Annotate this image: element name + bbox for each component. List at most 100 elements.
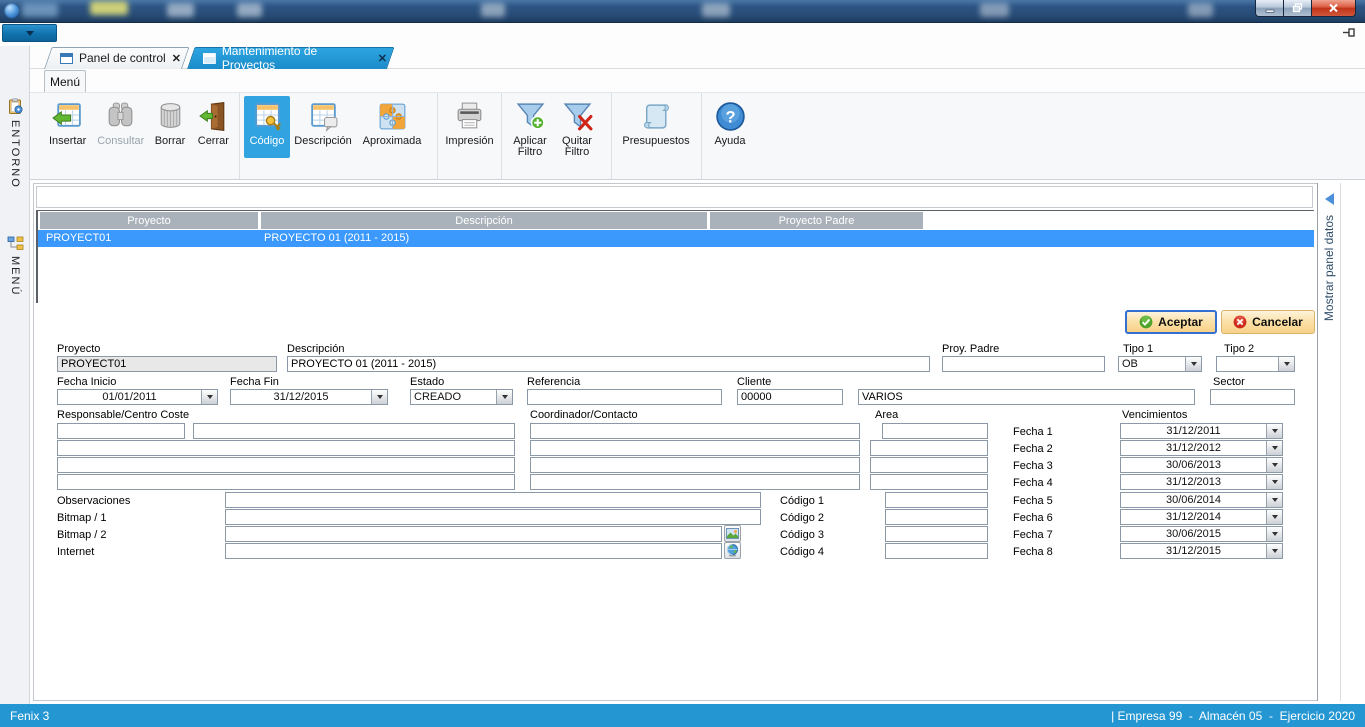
dock-pin-horizontal-icon[interactable] bbox=[1343, 28, 1356, 37]
fecha-6-select[interactable]: 31/12/2014 bbox=[1120, 509, 1283, 525]
coordinador-field-2[interactable] bbox=[530, 440, 860, 456]
grid-row-selected[interactable]: PROYECT01 PROYECTO 01 (2011 - 2015) bbox=[38, 230, 1314, 247]
fecha-2-dropdown-button[interactable] bbox=[1266, 441, 1282, 455]
responsable-field-3[interactable] bbox=[57, 440, 515, 456]
sidebar-item-entorno[interactable]: ENTORNO bbox=[0, 98, 30, 189]
borrar-button[interactable]: Borrar bbox=[148, 96, 191, 158]
bitmap1-field[interactable] bbox=[225, 509, 761, 525]
fecha-2-select[interactable]: 31/12/2012 bbox=[1120, 440, 1283, 456]
tab-panel-de-control[interactable]: Panel de control ✕ bbox=[44, 47, 182, 69]
descripcion-button[interactable]: Descripción bbox=[290, 96, 356, 158]
estado-dropdown-button[interactable] bbox=[496, 390, 512, 404]
proyecto-label: Proyecto bbox=[57, 343, 100, 355]
column-header-proyecto-padre[interactable]: Proyecto Padre bbox=[710, 212, 923, 229]
referencia-field[interactable] bbox=[527, 389, 722, 405]
observaciones-field[interactable] bbox=[225, 492, 761, 508]
projects-grid: Proyecto Descripción Proyecto Padre PROY… bbox=[36, 210, 1314, 303]
fecha-1-select[interactable]: 31/12/2011 bbox=[1120, 423, 1283, 439]
fecha-3-dropdown-button[interactable] bbox=[1266, 458, 1282, 472]
coordinador-field-1[interactable] bbox=[530, 423, 860, 439]
area-field-1[interactable] bbox=[882, 423, 988, 439]
app-menu-button[interactable] bbox=[2, 24, 57, 42]
minimize-button[interactable] bbox=[1255, 0, 1284, 17]
fecha-7-label: Fecha 7 bbox=[1013, 529, 1053, 541]
aplicar-filtro-button[interactable]: Aplicar Filtro bbox=[506, 96, 554, 158]
tab-close-icon[interactable]: ✕ bbox=[172, 52, 181, 65]
coordinador-field-3[interactable] bbox=[530, 457, 860, 473]
tab-menu[interactable]: Menú bbox=[44, 70, 86, 92]
sector-field[interactable] bbox=[1210, 389, 1295, 405]
tab-mantenimiento-de-proyectos[interactable]: Mantenimiento de Proyectos ✕ bbox=[187, 47, 387, 69]
fecha-7-select[interactable]: 30/06/2015 bbox=[1120, 526, 1283, 542]
cliente-code-field[interactable] bbox=[737, 389, 843, 405]
codigo1-field[interactable] bbox=[885, 492, 988, 508]
sidebar-label-entorno: ENTORNO bbox=[9, 120, 21, 189]
internet-field[interactable] bbox=[225, 543, 722, 559]
fecha-8-dropdown-button[interactable] bbox=[1266, 544, 1282, 558]
ayuda-button[interactable]: ? Ayuda bbox=[706, 96, 754, 158]
proy-padre-field[interactable] bbox=[942, 356, 1105, 372]
codigo2-field[interactable] bbox=[885, 509, 988, 525]
tab-close-icon[interactable]: ✕ bbox=[378, 52, 387, 65]
cancelar-button[interactable]: Cancelar bbox=[1221, 310, 1315, 334]
show-data-panel-strip[interactable]: Mostrar panel datos bbox=[1319, 183, 1341, 701]
impresion-label: Impresión bbox=[445, 136, 493, 147]
fecha-1-dropdown-button[interactable] bbox=[1266, 424, 1282, 438]
presupuestos-button[interactable]: Presupuestos bbox=[616, 96, 696, 158]
fecha-fin-select[interactable]: 31/12/2015 bbox=[230, 389, 388, 405]
column-header-proyecto[interactable]: Proyecto bbox=[40, 212, 258, 229]
impresion-button[interactable]: Impresión bbox=[442, 96, 497, 158]
fecha-4-select[interactable]: 31/12/2013 bbox=[1120, 474, 1283, 490]
bitmap2-field[interactable] bbox=[225, 526, 722, 542]
aproximada-button[interactable]: Aproximada bbox=[356, 96, 428, 158]
insertar-button[interactable]: Insertar bbox=[42, 96, 93, 158]
restore-button[interactable] bbox=[1284, 0, 1312, 17]
fecha-inicio-select[interactable]: 01/01/2011 bbox=[57, 389, 218, 405]
codigo-button[interactable]: Código bbox=[244, 96, 290, 158]
fecha-fin-dropdown-button[interactable] bbox=[371, 390, 387, 404]
responsable-field-5[interactable] bbox=[57, 474, 515, 490]
fecha-inicio-dropdown-button[interactable] bbox=[201, 390, 217, 404]
tipo1-dropdown-button[interactable] bbox=[1185, 357, 1201, 371]
cerrar-button[interactable]: Cerrar bbox=[192, 96, 235, 158]
close-button[interactable] bbox=[1312, 0, 1356, 17]
responsable-field-2[interactable] bbox=[193, 423, 515, 439]
sector-label: Sector bbox=[1213, 376, 1245, 388]
document-tab-bar: Panel de control ✕ Mantenimiento de Proy… bbox=[30, 46, 1365, 69]
internet-open-button[interactable] bbox=[724, 542, 741, 559]
codigo3-field[interactable] bbox=[885, 526, 988, 542]
responsable-field-4[interactable] bbox=[57, 457, 515, 473]
fecha-5-select[interactable]: 30/06/2014 bbox=[1120, 492, 1283, 508]
fecha-4-value: 31/12/2013 bbox=[1121, 475, 1266, 489]
proyecto-field[interactable] bbox=[57, 356, 277, 372]
fecha-4-label: Fecha 4 bbox=[1013, 477, 1053, 489]
tipo2-dropdown-button[interactable] bbox=[1278, 357, 1294, 371]
coordinador-field-4[interactable] bbox=[530, 474, 860, 490]
fecha-8-select[interactable]: 31/12/2015 bbox=[1120, 543, 1283, 559]
tipo1-label: Tipo 1 bbox=[1123, 343, 1153, 355]
fecha-7-dropdown-button[interactable] bbox=[1266, 527, 1282, 541]
sidebar-item-menu[interactable]: MENÚ bbox=[0, 236, 30, 296]
area-field-2[interactable] bbox=[870, 440, 988, 456]
cliente-name-field[interactable] bbox=[858, 389, 1195, 405]
area-field-4[interactable] bbox=[870, 474, 988, 490]
collapse-left-icon bbox=[1325, 193, 1334, 205]
descripcion-field[interactable] bbox=[287, 356, 930, 372]
quitar-filtro-button[interactable]: Quitar Filtro bbox=[554, 96, 600, 158]
fecha-3-select[interactable]: 30/06/2013 bbox=[1120, 457, 1283, 473]
bitmap2-browse-button[interactable] bbox=[724, 525, 741, 542]
estado-select[interactable]: CREADO bbox=[410, 389, 513, 405]
consultar-button: Consultar bbox=[93, 96, 148, 158]
column-header-label: Proyecto bbox=[127, 215, 170, 227]
fecha-6-dropdown-button[interactable] bbox=[1266, 510, 1282, 524]
column-header-descripcion[interactable]: Descripción bbox=[261, 212, 707, 229]
responsable-field-1[interactable] bbox=[57, 423, 185, 439]
aceptar-label: Aceptar bbox=[1158, 315, 1203, 329]
tipo1-select[interactable]: OB bbox=[1118, 356, 1202, 372]
fecha-5-dropdown-button[interactable] bbox=[1266, 493, 1282, 507]
codigo4-field[interactable] bbox=[885, 543, 988, 559]
area-field-3[interactable] bbox=[870, 457, 988, 473]
fecha-4-dropdown-button[interactable] bbox=[1266, 475, 1282, 489]
tipo2-select[interactable] bbox=[1216, 356, 1295, 372]
aceptar-button[interactable]: Aceptar bbox=[1125, 310, 1217, 334]
